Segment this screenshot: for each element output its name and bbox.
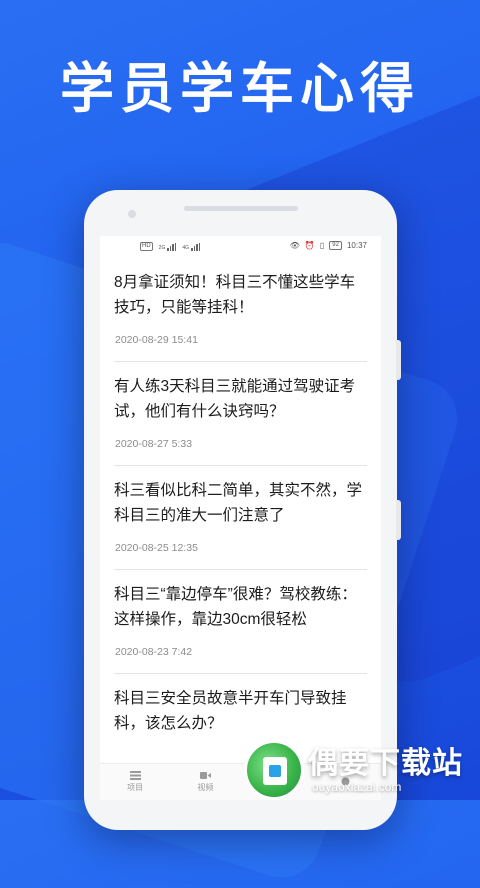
battery-icon: 92: [329, 241, 342, 250]
article-title: 有人练3天科目三就能通过驾驶证考试，他们有什么诀窍吗？: [114, 378, 356, 420]
list-item[interactable]: 8月拿证须知！科目三不懂这些学车技巧，只能等挂科！ 2020-08-29 15:…: [114, 258, 367, 362]
watermark-url: ouyaoxiazai.com: [312, 780, 402, 794]
promo-headline: 学员学车心得: [60, 57, 420, 120]
article-date: 2020-08-23 7:42: [115, 646, 193, 658]
hd-badge: HD: [140, 242, 153, 251]
article-date: 2020-08-27 5:33: [115, 438, 193, 450]
tab-projects[interactable]: 项目: [100, 764, 170, 800]
phone-volume-button: [396, 340, 401, 380]
article-title: 科三看似比科二简单，其实不然，学科目三的准大一们注意了: [114, 482, 363, 524]
list-item[interactable]: 科目三“靠边停车”很难？驾校教练：这样操作，靠边30cm很轻松 2020-08-…: [114, 570, 367, 674]
eye-comfort-icon: 👁: [289, 241, 300, 250]
clock: 10:37: [346, 241, 367, 250]
list-item[interactable]: 科三看似比科二简单，其实不然，学科目三的准大一们注意了 2020-08-25 1…: [114, 466, 367, 570]
signal-icon: 4G: [182, 242, 201, 251]
tab-label: 视频: [197, 783, 214, 792]
phone-screen: HD 2G 4G 👁 ⏰ ▯ 92 10:37 8月拿证须知！科目三不懂这些学车…: [100, 236, 381, 800]
tab-videos[interactable]: 视频: [170, 764, 240, 800]
video-icon: [199, 772, 211, 779]
article-title: 8月拿证须知！科目三不懂这些学车技巧，只能等挂科！: [114, 274, 356, 316]
list-icon: [129, 771, 141, 780]
vibrate-icon: ▯: [319, 241, 325, 250]
list-item[interactable]: 有人练3天科目三就能通过驾驶证考试，他们有什么诀窍吗？ 2020-08-27 5…: [114, 362, 367, 466]
status-bar: HD 2G 4G 👁 ⏰ ▯ 92 10:37: [100, 236, 381, 258]
article-title: 科目三“靠边停车”很难？驾校教练：这样操作，靠边30cm很轻松: [114, 586, 357, 628]
article-date: 2020-08-29 15:41: [115, 334, 198, 346]
watermark-brand: 偶要下载站: [308, 746, 463, 781]
watermark-logo-icon: [244, 740, 304, 800]
article-title: 科目三安全员故意半开车门导致挂科，该怎么办？: [114, 690, 347, 732]
article-list: 8月拿证须知！科目三不懂这些学车技巧，只能等挂科！ 2020-08-29 15:…: [100, 258, 381, 778]
phone-speaker: [184, 206, 298, 211]
alarm-icon: ⏰: [304, 241, 315, 250]
signal-icon: 2G: [159, 242, 177, 251]
phone-power-button: [396, 500, 401, 540]
site-watermark: 偶要下载站 ouyaoxiazai.com: [244, 736, 480, 800]
front-camera: [128, 210, 136, 218]
article-date: 2020-08-25 12:35: [115, 542, 198, 554]
tab-label: 项目: [127, 783, 144, 792]
